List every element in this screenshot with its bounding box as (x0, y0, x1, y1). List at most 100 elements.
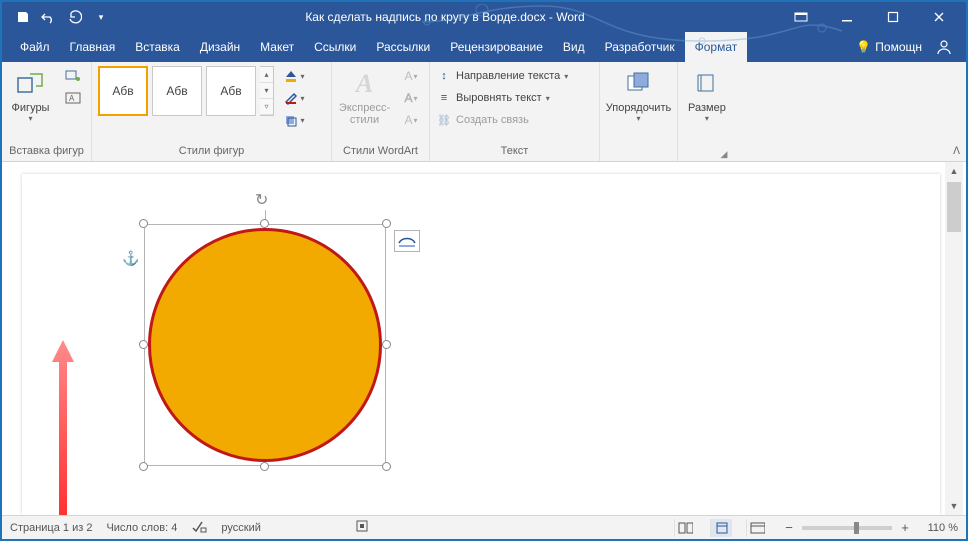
title-bar: ▾ Как сделать надпись по кругу в Ворде.d… (2, 2, 966, 32)
language-indicator[interactable]: русский (221, 522, 260, 534)
read-mode-icon[interactable] (674, 519, 696, 537)
tab-format[interactable]: Формат (685, 32, 748, 62)
shape-outline-icon[interactable] (282, 88, 306, 108)
text-direction-button[interactable]: ↕Направление текста ▾ (436, 66, 568, 86)
qat-more-icon[interactable]: ▾ (90, 6, 112, 28)
arrange-label: Упорядочить (606, 102, 671, 114)
quick-access-toolbar: ▾ (6, 6, 112, 28)
status-bar: Страница 1 из 2 Число слов: 4 русский − … (2, 515, 966, 539)
web-layout-icon[interactable] (746, 519, 768, 537)
zoom-slider[interactable] (802, 526, 892, 530)
shape-fill-icon[interactable] (282, 66, 306, 86)
dialog-launcher-size[interactable]: ◢ (718, 146, 730, 158)
redo-icon[interactable] (64, 6, 86, 28)
style-preset-3[interactable]: Абв (206, 66, 256, 116)
tab-home[interactable]: Главная (60, 32, 126, 62)
collapse-ribbon-icon[interactable]: ᐱ (953, 146, 960, 157)
tab-view[interactable]: Вид (553, 32, 595, 62)
undo-icon[interactable] (38, 6, 60, 28)
size-button[interactable]: Размер ▾ (684, 66, 730, 125)
vertical-scrollbar[interactable]: ▲ ▼ (945, 162, 963, 515)
print-layout-icon[interactable] (710, 519, 732, 537)
style-preset-2[interactable]: Абв (152, 66, 202, 116)
quick-styles-label: Экспресс- стили (339, 102, 390, 126)
page-indicator[interactable]: Страница 1 из 2 (10, 522, 92, 534)
handle-nw[interactable] (139, 219, 148, 228)
group-label-text: Текст (436, 143, 593, 159)
edit-shape-icon[interactable] (61, 66, 85, 86)
tab-insert[interactable]: Вставка (125, 32, 190, 62)
tab-references[interactable]: Ссылки (304, 32, 366, 62)
document-title: Как сделать надпись по кругу в Ворде.doc… (112, 10, 778, 24)
handle-w[interactable] (139, 340, 148, 349)
group-label-styles: Стили фигур (98, 143, 325, 159)
layout-options-icon (398, 234, 416, 248)
arrange-button[interactable]: Упорядочить ▾ (606, 66, 671, 125)
rotate-handle[interactable]: ↻ (255, 190, 275, 210)
document-area: ⚓ ↻ ▲ ▼ (2, 162, 966, 515)
ribbon-tabs: Файл Главная Вставка Дизайн Макет Ссылки… (2, 32, 966, 62)
tab-design[interactable]: Дизайн (190, 32, 250, 62)
text-box-icon[interactable]: A (61, 88, 85, 108)
style-preset-1[interactable]: Абв (98, 66, 148, 116)
create-link-button[interactable]: ⛓ Создать связь (436, 110, 529, 130)
handle-e[interactable] (382, 340, 391, 349)
size-icon (691, 68, 723, 100)
handle-se[interactable] (382, 462, 391, 471)
align-text-label: Выровнять текст (456, 92, 542, 104)
shapes-button[interactable]: Фигуры ▾ (8, 66, 53, 125)
group-text: ↕Направление текста ▾ ≡Выровнять текст ▾… (430, 62, 600, 161)
text-effects-icon[interactable]: A (399, 110, 423, 130)
handle-s[interactable] (260, 462, 269, 471)
text-outline-icon[interactable]: A (399, 88, 423, 108)
tell-me[interactable]: 💡 Помощн (848, 40, 930, 54)
layout-options-button[interactable] (394, 230, 420, 252)
close-icon[interactable] (916, 2, 962, 32)
group-size: Размер ▾ ◢ (678, 62, 738, 161)
word-count[interactable]: Число слов: 4 (106, 522, 177, 534)
zoom-control: − + 110 % (782, 520, 958, 535)
text-fill-icon[interactable]: A (399, 66, 423, 86)
handle-ne[interactable] (382, 219, 391, 228)
style-gallery-more[interactable]: ▴▾▿ (260, 66, 274, 116)
create-link-label: Создать связь (456, 114, 529, 126)
align-text-button[interactable]: ≡Выровнять текст ▾ (436, 88, 550, 108)
maximize-icon[interactable] (870, 2, 916, 32)
quick-styles-button[interactable]: A Экспресс- стили (338, 66, 391, 128)
scroll-down-icon[interactable]: ▼ (945, 497, 963, 515)
spellcheck-icon[interactable] (191, 519, 207, 536)
ribbon-options-icon[interactable] (778, 2, 824, 32)
link-icon: ⛓ (436, 114, 452, 127)
zoom-thumb[interactable] (854, 522, 859, 534)
shape-effects-icon[interactable] (282, 110, 306, 130)
anchor-icon: ⚓ (122, 250, 139, 267)
text-direction-label: Направление текста (456, 70, 560, 82)
zoom-value[interactable]: 110 % (918, 522, 958, 534)
macro-icon[interactable] (355, 519, 369, 536)
tab-layout[interactable]: Макет (250, 32, 304, 62)
zoom-in-button[interactable]: + (898, 520, 912, 535)
window-controls (778, 2, 962, 32)
arrange-icon (623, 68, 655, 100)
group-insert-shapes: Фигуры ▾ A Вставка фигур (2, 62, 92, 161)
zoom-out-button[interactable]: − (782, 520, 796, 535)
scroll-thumb[interactable] (947, 182, 961, 232)
shape-selection[interactable]: ↻ (144, 224, 386, 466)
shapes-icon (15, 68, 47, 100)
scroll-up-icon[interactable]: ▲ (945, 162, 963, 180)
save-icon[interactable] (12, 6, 34, 28)
tab-mailings[interactable]: Рассылки (366, 32, 440, 62)
tab-review[interactable]: Рецензирование (440, 32, 553, 62)
minimize-icon[interactable] (824, 2, 870, 32)
group-wordart-styles: A Экспресс- стили A A A Стили WordArt (332, 62, 430, 161)
text-direction-icon: ↕ (436, 70, 452, 82)
wordart-icon: A (349, 68, 381, 100)
account-icon[interactable] (930, 39, 958, 55)
handle-n[interactable] (260, 219, 269, 228)
tab-file[interactable]: Файл (10, 32, 60, 62)
handle-sw[interactable] (139, 462, 148, 471)
size-label: Размер (688, 102, 726, 114)
tab-developer[interactable]: Разработчик (595, 32, 685, 62)
tell-me-label: Помощн (875, 40, 922, 54)
bulb-icon: 💡 (856, 40, 871, 54)
